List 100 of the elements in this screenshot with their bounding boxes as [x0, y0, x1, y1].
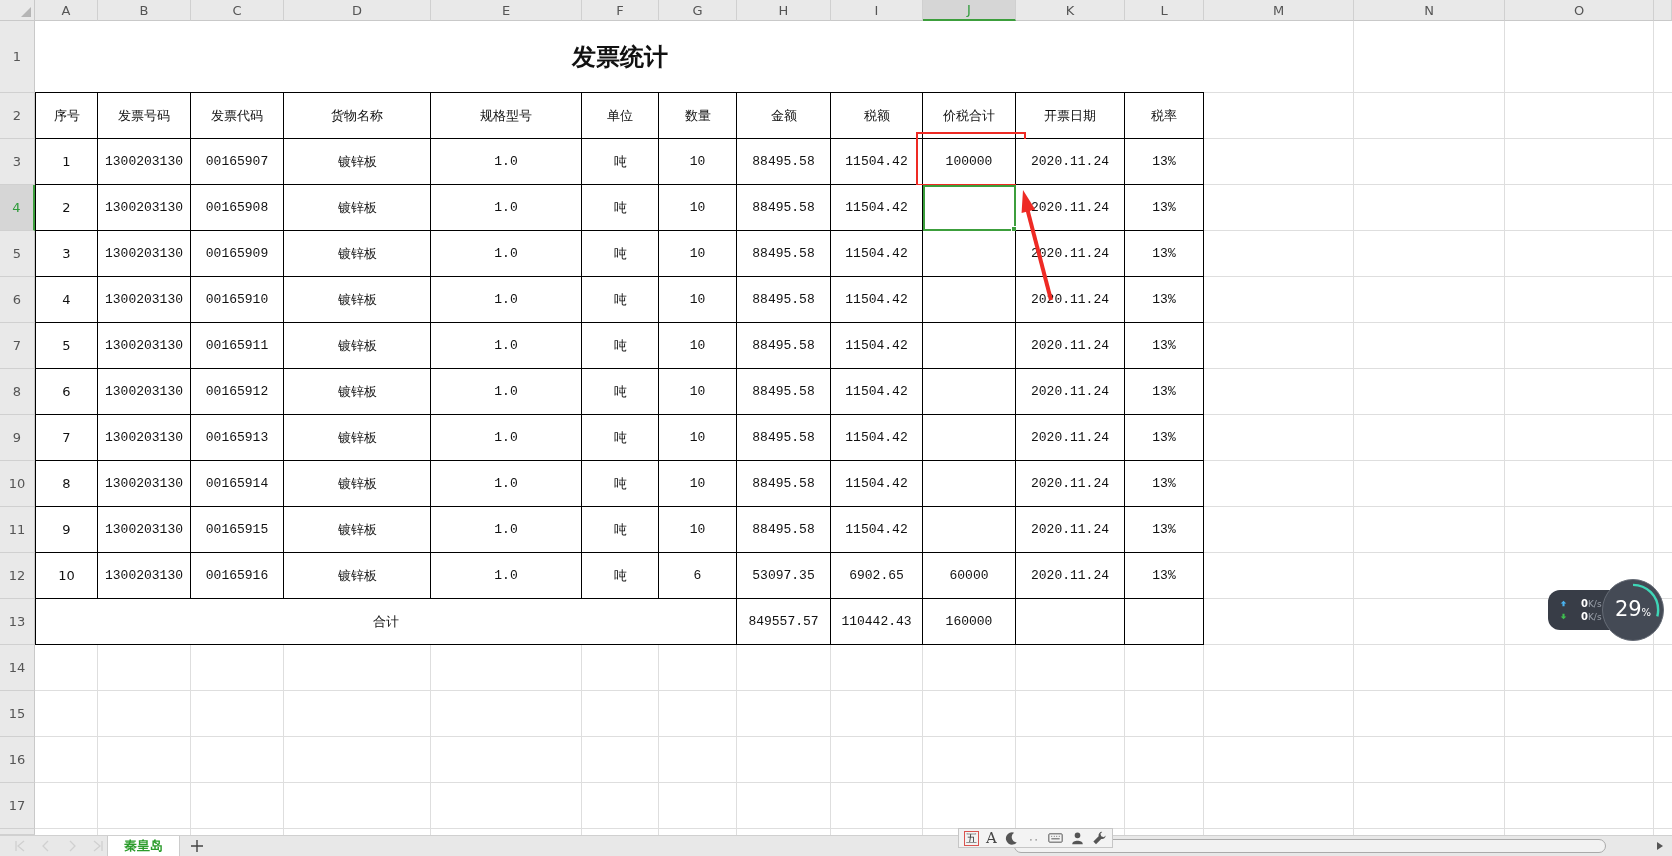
speed-unit: K/s: [1587, 612, 1602, 622]
column-header[interactable]: A: [35, 0, 98, 21]
table-cell: 88495.58: [737, 369, 831, 415]
add-sheet-icon[interactable]: [190, 839, 204, 853]
table-cell: 2020.11.24: [1016, 553, 1125, 599]
row-header[interactable]: 7: [0, 323, 35, 369]
table-cell: 13%: [1125, 553, 1204, 599]
table-cell: 6: [35, 369, 98, 415]
table-cell: 2020.11.24: [1016, 185, 1125, 231]
row-header[interactable]: 2: [0, 93, 35, 139]
table-cell: 53097.35: [737, 553, 831, 599]
table-cell: 00165915: [191, 507, 284, 553]
row-header[interactable]: 3: [0, 139, 35, 185]
selected-cell[interactable]: [923, 185, 1016, 231]
table-cell: 吨: [582, 139, 659, 185]
row-header[interactable]: [0, 829, 35, 835]
row-header[interactable]: 11: [0, 507, 35, 553]
download-speed: 0: [1581, 611, 1588, 622]
download-arrow-icon: [1560, 613, 1567, 620]
column-header[interactable]: [1654, 0, 1672, 21]
column-header[interactable]: M: [1204, 0, 1354, 21]
table-cell: 镀锌板: [284, 369, 431, 415]
row-header[interactable]: 17: [0, 783, 35, 829]
table-cell: 吨: [582, 277, 659, 323]
table-cell: 13%: [1125, 231, 1204, 277]
user-icon[interactable]: [1069, 831, 1085, 845]
column-header[interactable]: C: [191, 0, 284, 21]
table-cell: 10: [659, 461, 737, 507]
table-cell: 00165914: [191, 461, 284, 507]
table-cell: 吨: [582, 185, 659, 231]
table-cell: 1300203130: [98, 553, 191, 599]
column-header[interactable]: N: [1354, 0, 1505, 21]
row-header[interactable]: 8: [0, 369, 35, 415]
table-cell: 镀锌板: [284, 185, 431, 231]
table-cell: 11504.42: [831, 461, 923, 507]
row-header[interactable]: 9: [0, 415, 35, 461]
table-cell: 849557.57: [737, 599, 831, 645]
table-cell: 1300203130: [98, 461, 191, 507]
table-cell: 13%: [1125, 369, 1204, 415]
column-header[interactable]: G: [659, 0, 737, 21]
keyboard-icon[interactable]: [1047, 831, 1063, 845]
table-cell: 88495.58: [737, 277, 831, 323]
table-cell: 1.0: [431, 369, 582, 415]
last-sheet-icon[interactable]: [92, 839, 104, 853]
table-cell: 11504.42: [831, 185, 923, 231]
column-header[interactable]: K: [1016, 0, 1125, 21]
table-cell: 1300203130: [98, 323, 191, 369]
wrench-icon[interactable]: [1091, 831, 1107, 845]
column-header[interactable]: D: [284, 0, 431, 21]
table-cell: 13%: [1125, 461, 1204, 507]
table-cell: 1.0: [431, 323, 582, 369]
table-cell: 00165911: [191, 323, 284, 369]
table-cell: 1.0: [431, 185, 582, 231]
column-header[interactable]: L: [1125, 0, 1204, 21]
table-cell: 160000: [923, 599, 1016, 645]
table-cell: 1300203130: [98, 231, 191, 277]
sheet-tab[interactable]: 秦皇岛: [107, 836, 180, 856]
table-cell: 88495.58: [737, 507, 831, 553]
row-header[interactable]: 15: [0, 691, 35, 737]
table-cell: 镀锌板: [284, 415, 431, 461]
table-cell: 88495.58: [737, 323, 831, 369]
table-cell: 00165907: [191, 139, 284, 185]
table-cell: 1.0: [431, 277, 582, 323]
row-header[interactable]: 16: [0, 737, 35, 783]
table-cell: 13%: [1125, 185, 1204, 231]
row-header[interactable]: 13: [0, 599, 35, 645]
table-cell: 10: [659, 507, 737, 553]
table-cell: 11504.42: [831, 507, 923, 553]
table-cell: 13%: [1125, 323, 1204, 369]
column-header[interactable]: F: [582, 0, 659, 21]
row-header[interactable]: 12: [0, 553, 35, 599]
select-all-corner[interactable]: [0, 0, 35, 21]
moon-icon[interactable]: [1003, 831, 1019, 845]
column-header[interactable]: O: [1505, 0, 1654, 21]
table-cell: 镀锌板: [284, 139, 431, 185]
column-heading: 序号: [35, 93, 98, 139]
table-cell: 2020.11.24: [1016, 507, 1125, 553]
row-header[interactable]: 10: [0, 461, 35, 507]
upload-speed: 0: [1581, 598, 1588, 609]
corner-triangle-icon: [21, 7, 31, 17]
table-cell: 1.0: [431, 507, 582, 553]
column-heading: 价税合计: [923, 93, 1016, 139]
column-header[interactable]: H: [737, 0, 831, 21]
scroll-right-icon[interactable]: [1656, 841, 1664, 851]
table-cell: 13%: [1125, 415, 1204, 461]
column-header[interactable]: E: [431, 0, 582, 21]
column-header[interactable]: B: [98, 0, 191, 21]
row-header[interactable]: 14: [0, 645, 35, 691]
row-header[interactable]: 5: [0, 231, 35, 277]
table-cell: 00165912: [191, 369, 284, 415]
table-cell: 1: [35, 139, 98, 185]
font-button[interactable]: A: [986, 830, 997, 846]
input-mode-button[interactable]: 五: [964, 830, 979, 846]
row-header[interactable]: 6: [0, 277, 35, 323]
column-header[interactable]: I: [831, 0, 923, 21]
table-cell: 2020.11.24: [1016, 369, 1125, 415]
table-cell: 镀锌板: [284, 323, 431, 369]
table-cell: 11504.42: [831, 415, 923, 461]
row-header[interactable]: 1: [0, 21, 35, 93]
first-sheet-icon[interactable]: [14, 839, 26, 853]
